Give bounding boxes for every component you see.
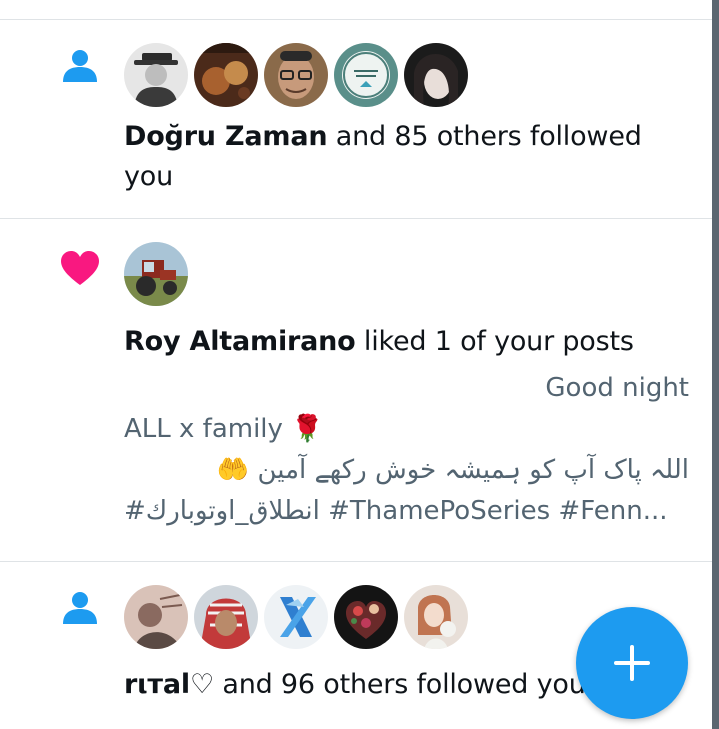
post-line: ALL x family 🌹: [124, 414, 324, 444]
follow-text: and 85 others followed: [327, 121, 642, 152]
avatar-quran-logo[interactable]: [334, 43, 398, 107]
notification-text: Doğru Zaman and 85 others followed: [124, 117, 692, 157]
person-icon: [60, 587, 100, 627]
avatar-sketch[interactable]: [124, 585, 188, 649]
plus-icon: [614, 661, 650, 665]
follow-text: and 96 others followed you: [213, 669, 586, 700]
post-preview[interactable]: Good night ALL x family 🌹 اللہ پاک آپ کو…: [124, 368, 689, 532]
actor-name[interactable]: Roy Altamirano: [124, 326, 356, 357]
avatar-floral-heart[interactable]: [334, 585, 398, 649]
avatar-artwork[interactable]: [194, 43, 258, 107]
post-line: Good night: [545, 373, 689, 403]
post-hashtags: #انطلاق_اوتوبارك #ThamePoSeries #Fenn...: [124, 496, 668, 526]
notification-like[interactable]: Roy Altamirano liked 1 of your posts Goo…: [0, 219, 712, 561]
heart-icon: [60, 249, 100, 289]
person-icon: [60, 45, 100, 85]
avatar-x-logo[interactable]: [264, 585, 328, 649]
scrollbar[interactable]: [712, 0, 719, 729]
avatar-glasses-man[interactable]: [264, 43, 328, 107]
notification-follow[interactable]: Doğru Zaman and 85 others followed you: [0, 20, 712, 218]
avatar-flower-woman[interactable]: [404, 585, 468, 649]
notification-text-cont: you: [124, 161, 174, 192]
notification-text: Roy Altamirano liked 1 of your posts: [124, 322, 692, 362]
avatar-hat-man[interactable]: [124, 43, 188, 107]
actor-name[interactable]: Doğru Zaman: [124, 121, 328, 152]
like-text: liked 1 of your posts: [355, 326, 634, 357]
compose-button[interactable]: [576, 607, 688, 719]
avatar-tractor[interactable]: [124, 242, 188, 306]
avatar-woman[interactable]: [404, 43, 468, 107]
avatar-keffiyeh-man[interactable]: [194, 585, 258, 649]
post-line: اللہ پاک آپ کو ہمیشہ خوش رکھے آمین 🤲: [216, 455, 689, 485]
actor-name[interactable]: rιтal♡: [124, 669, 214, 700]
